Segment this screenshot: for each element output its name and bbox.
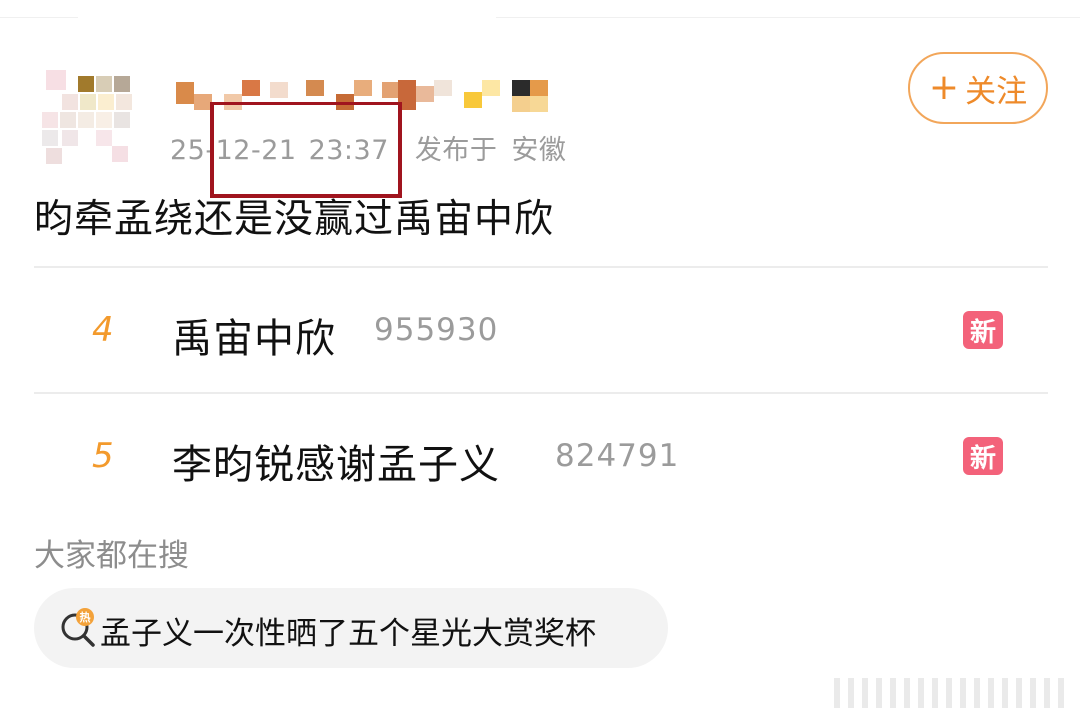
hot-icon-text: 热 bbox=[80, 610, 91, 624]
search-suggestion-chip[interactable]: 热 孟子义一次性晒了五个星光大赏奖杯 bbox=[34, 588, 668, 668]
hot-title: 李昀锐感谢孟子义 bbox=[172, 442, 500, 488]
divider bbox=[34, 392, 1048, 394]
new-badge: 新 bbox=[963, 311, 1003, 349]
avatar[interactable] bbox=[32, 62, 144, 168]
time-highlight-annotation bbox=[210, 102, 402, 198]
search-heading: 大家都在搜 bbox=[34, 538, 189, 574]
post-text: 昀牵孟绕还是没赢过禹宙中欣 bbox=[34, 197, 555, 242]
hot-rank: 4 bbox=[92, 310, 114, 350]
hot-rank: 5 bbox=[92, 436, 114, 476]
hot-count: 824791 bbox=[555, 438, 680, 474]
search-suggestion-text: 孟子义一次性晒了五个星光大赏奖杯 bbox=[100, 616, 596, 652]
plus-icon: + bbox=[928, 67, 960, 108]
hot-search-icon: 热 bbox=[61, 608, 95, 647]
new-badge: 新 bbox=[963, 437, 1003, 475]
published-label: 发布于 bbox=[414, 135, 498, 166]
watermark-bar bbox=[834, 678, 1080, 708]
hot-title: 禹宙中欣 bbox=[172, 316, 336, 362]
hot-count: 955930 bbox=[374, 312, 499, 348]
post-location: 安徽 bbox=[511, 135, 567, 166]
follow-label: 关注 bbox=[965, 73, 1028, 110]
follow-button[interactable]: + 关注 bbox=[908, 52, 1048, 124]
divider bbox=[34, 266, 1048, 268]
top-separator bbox=[0, 0, 1080, 18]
